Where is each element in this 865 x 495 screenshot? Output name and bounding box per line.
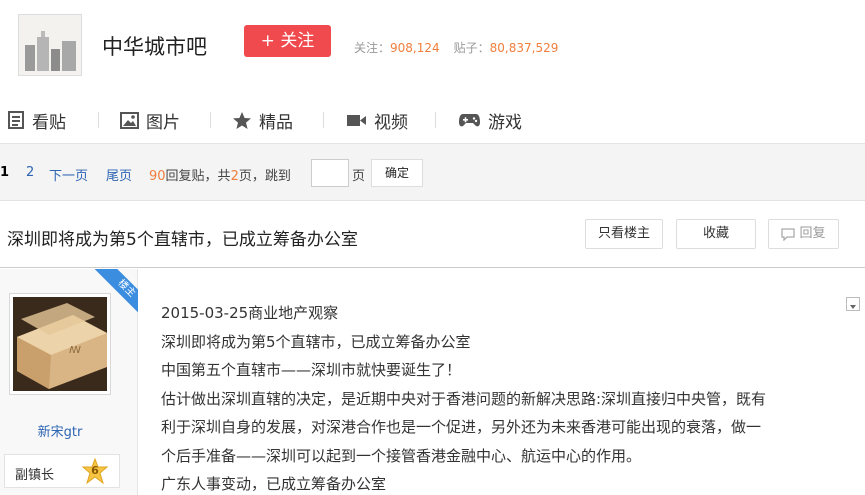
nav-tab-posts[interactable]: 看贴 (7, 108, 66, 133)
level-badge-icon: 6 (81, 457, 109, 486)
reply-count: 90 (149, 169, 166, 184)
follow-count-label: 关注： (354, 41, 391, 55)
post-line: 广东人事变动，已成立筹备办公室 (161, 475, 387, 493)
nav-label: 看贴 (32, 112, 66, 133)
jump-page-input[interactable] (311, 159, 349, 187)
gamepad-icon (459, 113, 480, 126)
reply-label: 回复 (799, 226, 826, 241)
comment-icon (781, 227, 796, 241)
post-line: 利于深圳自身的发展，对深港合作也是一个促进，另外还为未来香港可能出现的衰落，做一 (161, 418, 762, 436)
post-content: 2015-03-25商业地产观察 深圳即将成为第5个直辖市，已成立筹备办公室 中… (161, 299, 851, 495)
video-icon (347, 114, 366, 126)
forum-stats: 关注：908,124 贴子：80,837,529 (354, 39, 558, 56)
post-count-label: 贴子： (453, 41, 490, 55)
post-menu-dropdown[interactable] (846, 297, 860, 311)
username-link[interactable]: 新宋gtr (0, 421, 120, 440)
post-floor: 楼主 ꟿ 新宋gtr 副镇长 6 2015-03-25商业地产观察 深圳即将成为… (0, 269, 865, 495)
post-line: 估计做出深圳直辖的决定，是近期中央对于香港问题的新解决思路:深圳直接归中央管，既… (161, 389, 767, 408)
post-line: 2015-03-25商业地产观察 (161, 304, 339, 322)
post-line: 深圳即将成为第5个直辖市，已成立筹备办公室 (161, 332, 471, 351)
follow-count: 908,124 (390, 41, 440, 55)
next-page-link[interactable]: 下一页 (49, 165, 88, 184)
only-op-button[interactable]: 只看楼主 (585, 219, 663, 249)
last-page-link[interactable]: 尾页 (106, 165, 132, 184)
nav-label: 游戏 (488, 112, 522, 133)
total-pages: 2 (230, 169, 239, 184)
star-icon (233, 111, 251, 129)
forum-header: 中华城市吧 + 关注 关注：908,124 贴子：80,837,529 (0, 0, 865, 88)
thread-title: 深圳即将成为第5个直辖市，已成立筹备办公室 (7, 230, 358, 250)
thread-title-bar: 深圳即将成为第5个直辖市，已成立筹备办公室 只看楼主 收藏 回复 (0, 202, 865, 268)
forum-name[interactable]: 中华城市吧 (102, 31, 207, 61)
forum-logo[interactable] (18, 14, 82, 76)
pages-text: 页，跳到 (238, 169, 291, 184)
forum-nav: 看贴 图片 精品 视频 游戏 (0, 96, 865, 144)
nav-tab-videos[interactable]: 视频 (346, 108, 408, 133)
nav-tab-games[interactable]: 游戏 (458, 108, 522, 133)
level-name: 副镇长 (15, 468, 55, 483)
page-link-2[interactable]: 2 (26, 165, 34, 180)
level-number: 6 (91, 464, 99, 477)
post-count: 80,837,529 (489, 41, 559, 55)
current-page: 1 (0, 165, 10, 180)
svg-text:ꟿ: ꟿ (69, 345, 81, 356)
nav-tab-images[interactable]: 图片 (120, 108, 180, 133)
post-line: 中国第五个直辖市——深圳市就快要诞生了！ (161, 361, 462, 379)
image-icon (120, 111, 139, 129)
reply-summary: 90回复贴，共2页，跳到 (149, 165, 291, 184)
nav-label: 精品 (259, 112, 293, 133)
page-unit: 页 (352, 169, 366, 184)
pagination-bar: 1 2 下一页 尾页 90回复贴，共2页，跳到 页 确定 (0, 144, 865, 201)
nav-label: 图片 (146, 112, 180, 133)
post-line: 个后手准备——深圳可以起到一个接管香港金融中心、航运中心的作用。 (161, 446, 642, 465)
nav-label: 视频 (374, 112, 408, 133)
reply-text: 回复贴，共 (165, 169, 231, 184)
favorite-button[interactable]: 收藏 (676, 219, 756, 249)
document-icon (8, 111, 24, 129)
follow-button[interactable]: + 关注 (244, 25, 331, 57)
nav-tab-featured[interactable]: 精品 (232, 108, 293, 133)
chevron-down-icon (850, 305, 856, 309)
author-panel: 楼主 ꟿ 新宋gtr 副镇长 6 (0, 269, 138, 495)
reply-button[interactable]: 回复 (768, 219, 839, 249)
jump-confirm-button[interactable]: 确定 (371, 159, 423, 187)
user-level[interactable]: 副镇长 6 (4, 454, 120, 488)
avatar[interactable]: ꟿ (9, 293, 111, 395)
